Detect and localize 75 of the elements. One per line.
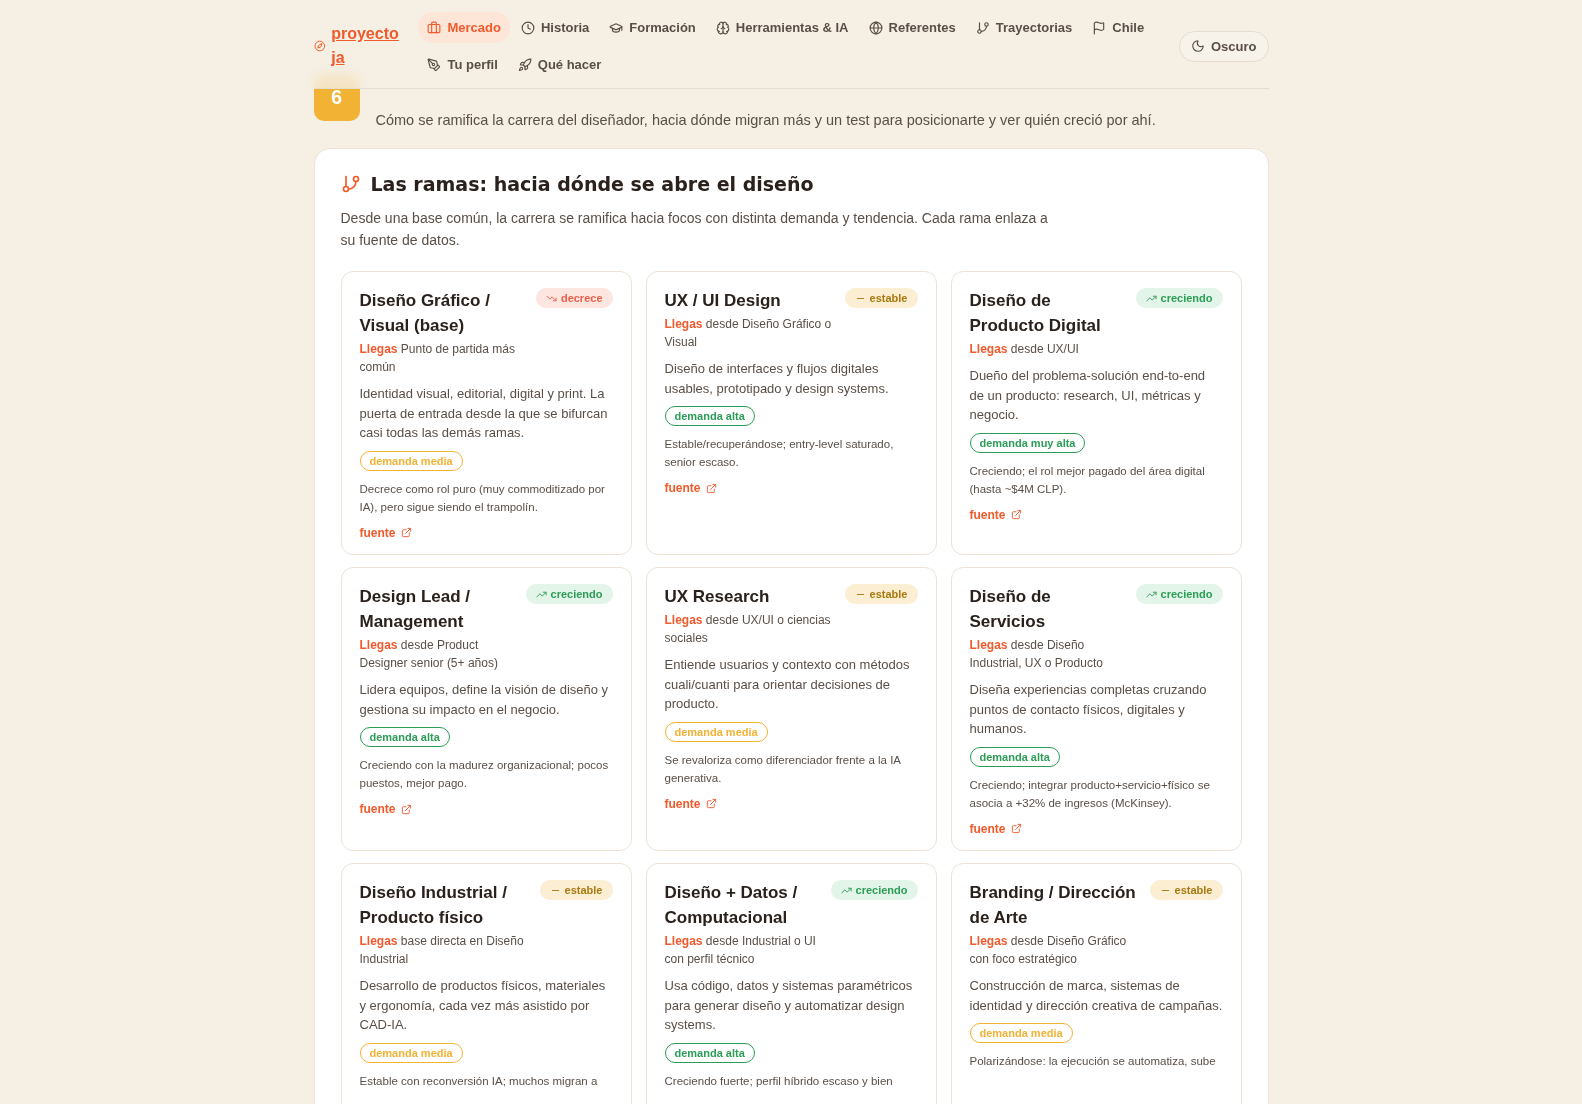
card-note: Se revaloriza como diferenciador frente a la IA generativa. bbox=[664, 752, 902, 786]
branch-icon bbox=[975, 20, 990, 35]
compass-icon bbox=[313, 39, 326, 53]
card-description: Lidera equipos, define la visión de diseño y gestiona su impacto en el negocio. bbox=[359, 681, 610, 719]
panel-title: Las ramas: hacia dónde se abre el diseño bbox=[370, 173, 814, 195]
trend-badge: decrece bbox=[535, 288, 613, 308]
nav-link[interactable]: Trayectorias bbox=[966, 12, 1082, 43]
card-description: Diseña experiencias completas cruzando puntos de contacto físicos, digitales y humanos. bbox=[969, 681, 1208, 738]
origin-text: Llegas desde Product Designer senior (5+ años) bbox=[359, 637, 499, 672]
card-note: Creciendo; el rol mejor pagado del área digital (hasta ~$4M CLP). bbox=[969, 463, 1206, 497]
card-title: Diseño Industrial / Producto físico bbox=[359, 882, 508, 929]
card-description: Entiende usuarios y contexto con métodos cuali/cuanti para orientar decisiones de producto. bbox=[664, 656, 911, 713]
trend-badge: estable bbox=[844, 584, 918, 604]
card-title: Branding / Dirección de Arte bbox=[969, 882, 1137, 929]
origin-text: Llegas desde Diseño Gráfico o Visual bbox=[664, 316, 833, 351]
nav-link[interactable]: Qué hacer bbox=[508, 49, 611, 80]
nav-link[interactable]: Herramientas & IA bbox=[706, 12, 858, 43]
card-note: Creciendo fuerte; perfil híbrido escaso y bien bbox=[664, 1073, 893, 1089]
external-link-icon bbox=[705, 798, 717, 809]
branch-icon bbox=[340, 174, 361, 194]
trend-badge: estable bbox=[844, 288, 918, 308]
card-description: Diseño de interfaces y flujos digitales usables, prototipado y design systems. bbox=[664, 360, 890, 398]
flag-icon bbox=[1092, 20, 1107, 35]
card-title: Diseño de Producto Digital bbox=[969, 290, 1102, 337]
nav-link[interactable]: Chile bbox=[1083, 12, 1154, 43]
nav-link[interactable]: Referentes bbox=[859, 12, 965, 43]
nav-link[interactable]: Historia bbox=[511, 12, 599, 43]
trend-badge: estable bbox=[539, 880, 613, 900]
briefcase-icon bbox=[427, 20, 442, 35]
card-note: Creciendo con la madurez organizacional; pocos puestos, mejor pago. bbox=[359, 758, 610, 791]
card-description: Identidad visual, editorial, digital y print. La puerta de entrada desde la que se bifurcan casi todas las demás ramas. bbox=[359, 385, 609, 442]
trend-badge: creciendo bbox=[1135, 584, 1223, 604]
card-description: Construcción de marca, sistemas de identidad y dirección creativa de campañas. bbox=[969, 977, 1223, 1015]
external-link-icon bbox=[400, 803, 412, 815]
globe-icon bbox=[868, 20, 883, 35]
card-note: Polarizándose: la ejecución se automatiza, sube bbox=[969, 1054, 1216, 1069]
origin-text: Llegas desde Industrial o UI con perfil técnico bbox=[664, 933, 817, 968]
card-title: Diseño + Datos / Computacional bbox=[664, 882, 799, 929]
external-link-icon bbox=[400, 527, 412, 538]
trend-badge: creciendo bbox=[525, 584, 613, 604]
card-title: UX Research bbox=[664, 586, 770, 608]
origin-text: Llegas desde Diseño Gráfico con foco estratégico bbox=[969, 933, 1128, 968]
origin-text: Llegas desde UX/UI bbox=[969, 341, 1079, 358]
card-note: Estable con reconversión IA; muchos migran a bbox=[359, 1073, 598, 1089]
card-description: Dueño del problema-solución end-to-end de un producto: research, UI, métricas y negocio. bbox=[969, 367, 1207, 424]
card-note: Creciendo; integrar producto+servicio+físico se asocia a +32% de ingresos (McKinsey). bbox=[969, 777, 1211, 811]
external-link-icon bbox=[705, 482, 717, 494]
trend-badge: estable bbox=[1149, 880, 1223, 900]
nav-link[interactable]: Formación bbox=[600, 12, 705, 43]
external-link-icon bbox=[1010, 509, 1022, 520]
card-description: Desarrollo de productos físicos, materiales y ergonomía, cada vez más asistido por CAD-IA. bbox=[359, 977, 607, 1034]
external-link-icon bbox=[1010, 823, 1022, 834]
card-note: Decrece como rol puro (muy commoditizado por IA), pero sigue siendo el trampolín. bbox=[359, 481, 606, 515]
clock-icon bbox=[520, 20, 535, 35]
card-title: Diseño Gráfico / Visual (base) bbox=[359, 290, 491, 337]
card-title: Diseño de Servicios bbox=[969, 586, 1052, 633]
card-title: UX / UI Design bbox=[664, 290, 781, 312]
panel-description: Desde una base común, la carrera se ramifica hacia focos con distinta demanda y tendencia. Cada rama enlaza a su fuente de datos. bbox=[340, 209, 1049, 250]
origin-text: Llegas Punto de partida más común bbox=[359, 341, 516, 376]
rocket-icon bbox=[517, 57, 532, 72]
card-title: Design Lead / Management bbox=[359, 586, 472, 633]
nav-link[interactable]: Tu perfil bbox=[418, 49, 507, 80]
section-subtitle: Cómo se ramifica la carrera del diseñador, hacia dónde migran más y un test para posicionarte y ver quién creció por ahí. bbox=[375, 112, 1156, 128]
origin-text: Llegas desde UX/UI o ciencias sociales bbox=[664, 612, 832, 647]
graduation-cap-icon bbox=[609, 20, 624, 35]
moon-icon bbox=[1191, 39, 1205, 53]
trend-badge: creciendo bbox=[1135, 288, 1223, 308]
theme-toggle-button[interactable]: Oscuro bbox=[1179, 30, 1269, 62]
card-description: Usa código, datos y sistemas paramétricos para generar diseño y automatizar design systems. bbox=[664, 977, 914, 1034]
brain-icon bbox=[715, 20, 730, 35]
origin-text: Llegas base directa en Diseño Industrial bbox=[359, 933, 525, 968]
card-note: Estable/recuperándose; entry-level saturado, senior escaso. bbox=[664, 437, 895, 470]
pen-icon bbox=[427, 57, 442, 72]
origin-text: Llegas desde Diseño Industrial, UX o Producto bbox=[969, 637, 1104, 672]
trend-badge: creciendo bbox=[830, 880, 918, 900]
